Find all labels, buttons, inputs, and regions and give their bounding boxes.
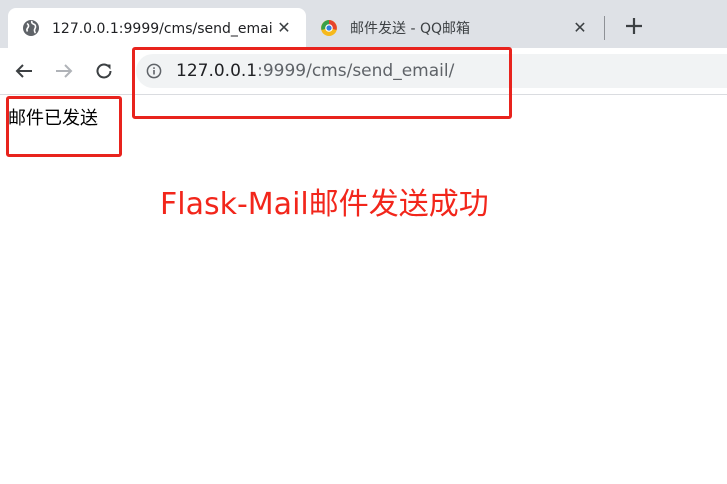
- close-tab-button[interactable]: ✕: [274, 18, 294, 38]
- tab-qqmail[interactable]: 邮件发送 - QQ邮箱 ✕: [306, 8, 602, 48]
- message-highlight-box: [6, 96, 122, 157]
- tab-send-email[interactable]: 127.0.0.1:9999/cms/send_email/ ✕: [8, 8, 306, 48]
- tab-separator: [604, 16, 605, 40]
- globe-icon: [23, 20, 39, 36]
- forward-arrow-icon[interactable]: [51, 58, 77, 84]
- address-highlight-box: [132, 47, 512, 119]
- tab-strip: 127.0.0.1:9999/cms/send_email/ ✕ 邮件发送 - …: [0, 0, 727, 48]
- tab-title: 127.0.0.1:9999/cms/send_email/: [52, 21, 272, 37]
- new-tab-button[interactable]: [620, 12, 648, 40]
- qqmail-icon: [321, 20, 337, 36]
- close-tab-button[interactable]: ✕: [570, 18, 590, 38]
- success-caption: Flask-Mail邮件发送成功: [160, 187, 489, 222]
- tab-title: 邮件发送 - QQ邮箱: [350, 21, 470, 37]
- reload-icon[interactable]: [91, 58, 117, 84]
- back-arrow-icon[interactable]: [11, 58, 37, 84]
